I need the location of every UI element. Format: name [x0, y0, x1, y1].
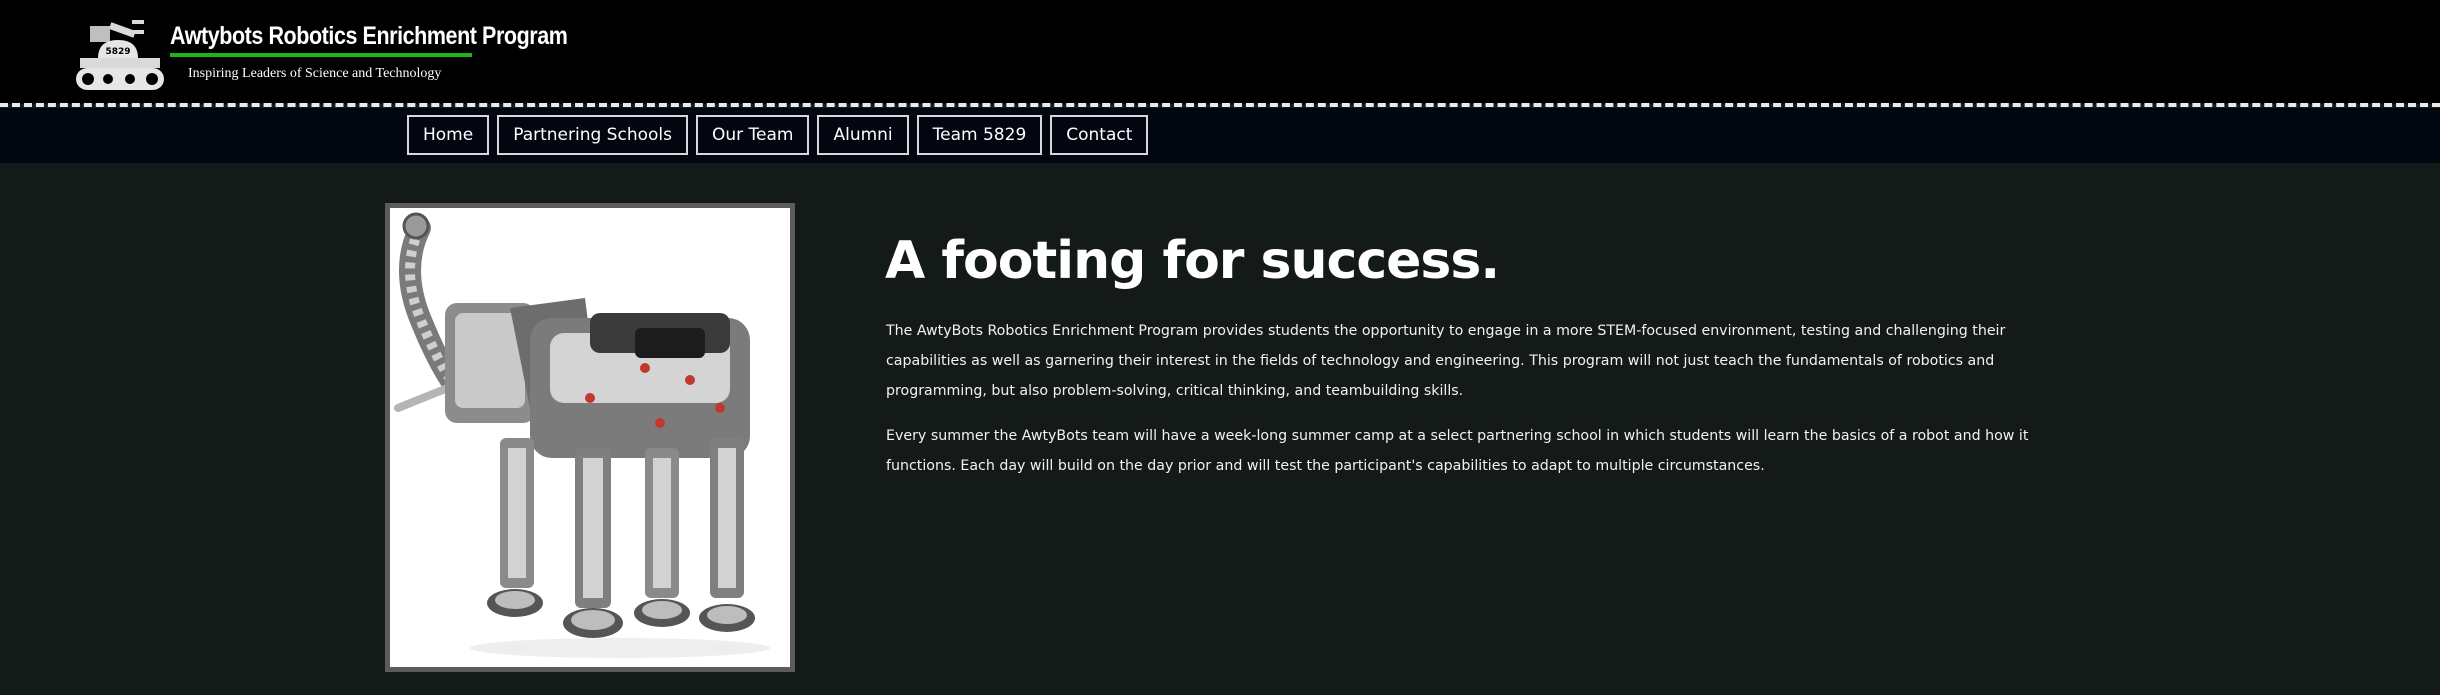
summer-camp-paragraph: Every summer the AwtyBots team will have…	[886, 428, 2029, 474]
page-headline: A footing for success.	[885, 231, 1500, 291]
nav-our-team[interactable]: Our Team	[695, 115, 810, 155]
brand-title[interactable]: Awtybots Robotics Enrichment Program	[170, 22, 568, 51]
robot-elephant-photo	[385, 203, 795, 672]
brand-tagline: Inspiring Leaders of Science and Technol…	[188, 66, 442, 81]
nav-items: Home Partnering Schools Our Team Alumni …	[407, 115, 1149, 155]
nav-home[interactable]: Home	[407, 115, 490, 155]
brand-underline	[170, 53, 472, 57]
nav-partnering-schools[interactable]: Partnering Schools	[497, 115, 688, 155]
main-nav: Home Partnering Schools Our Team Alumni …	[0, 108, 2440, 163]
nav-alumni[interactable]: Alumni	[817, 115, 909, 155]
intro-paragraph: The AwtyBots Robotics Enrichment Program…	[886, 323, 2006, 399]
dashed-divider	[0, 103, 2440, 107]
main-content: A footing for success. The AwtyBots Robo…	[0, 163, 2440, 695]
nav-contact[interactable]: Contact	[1050, 115, 1149, 155]
robot-tank-logo-icon[interactable]: 5829	[70, 18, 170, 92]
logo-badge-text: 5829	[105, 47, 130, 57]
site-header: 5829 Awtybots Robotics Enrichment Progra…	[0, 0, 2440, 104]
robot-elephant-image	[390, 208, 790, 667]
nav-team-5829[interactable]: Team 5829	[916, 115, 1043, 155]
